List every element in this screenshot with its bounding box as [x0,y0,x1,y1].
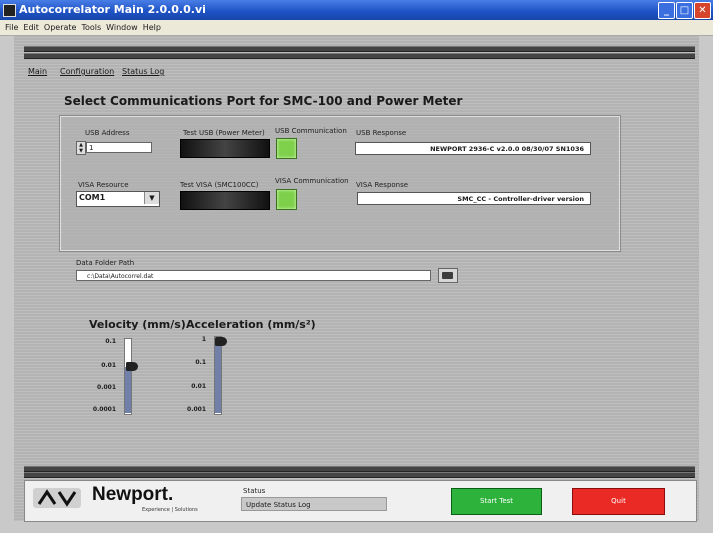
chevron-down-icon[interactable]: ▼ [144,192,159,204]
top-divider-2 [24,53,695,59]
velocity-tick: 0.001 [97,384,116,391]
usb-address-stepper[interactable]: ▲ ▼ [76,141,86,155]
menu-bar: File Edit Operate Tools Window Help [0,20,713,36]
velocity-slider-fill [125,367,131,413]
usb-address-label: USB Address [85,129,130,137]
status-field: Update Status Log [241,497,387,511]
test-usb-label: Test USB (Power Meter) [183,129,265,137]
close-icon: ✕ [698,5,707,16]
window-title: Autocorrelator Main 2.0.0.0.vi [19,3,206,16]
browse-button[interactable] [438,268,458,283]
usb-response-label: USB Response [356,129,407,137]
visa-resource-select[interactable]: COM1 ▼ [76,191,160,207]
test-usb-button[interactable] [180,139,270,158]
acceleration-tick: 0.001 [187,406,206,413]
data-folder-label: Data Folder Path [76,259,135,267]
velocity-tick: 0.0001 [92,406,116,413]
velocity-title: Velocity (mm/s) [89,318,186,331]
tab-configuration[interactable]: Configuration [60,67,114,76]
visa-resource-label: VISA Resource [78,181,129,189]
tab-main[interactable]: Main [28,67,47,76]
logo-mark [37,489,77,507]
velocity-slider-handle[interactable] [126,362,138,371]
acceleration-slider-fill [215,342,221,413]
usb-communication-label: USB Communication [275,127,347,135]
visa-response-label: VISA Response [356,181,409,189]
menu-operate[interactable]: Operate [44,20,77,35]
visa-response-field: SMC_CC - Controller-driver version [357,192,591,205]
acceleration-title: Acceleration (mm/s²) [186,318,316,331]
usb-response-field: NEWPORT 2936-C v2.0.0 08/30/07 SN1036 [355,142,591,155]
tab-status-log[interactable]: Status Log [122,67,164,76]
maximize-button[interactable]: □ [676,2,693,19]
menu-file[interactable]: File [5,20,18,35]
visa-communication-led [276,189,297,210]
data-folder-path-field[interactable]: c:\Data\Autocorrel.dat [76,270,431,281]
status-label: Status [243,487,266,495]
section-title: Select Communications Port for SMC-100 a… [64,94,463,108]
close-button[interactable]: ✕ [694,2,711,19]
acceleration-slider-handle[interactable] [215,337,227,346]
acceleration-tick: 0.1 [195,359,206,366]
velocity-tick: 0.1 [105,338,116,345]
maximize-icon: □ [679,5,690,16]
visa-resource-value: COM1 [79,193,106,202]
menu-window[interactable]: Window [106,20,138,35]
menu-help[interactable]: Help [143,20,161,35]
bottom-divider-2 [24,472,695,478]
folder-icon [442,272,453,279]
usb-communication-led [276,138,297,159]
velocity-tick: 0.01 [101,362,116,369]
minimize-icon: _ [664,5,669,16]
visa-communication-label: VISA Communication [275,177,349,185]
newport-tagline: Experience | Solutions [142,507,198,513]
acceleration-tick: 0.01 [191,383,206,390]
test-visa-label: Test VISA (SMC100CC) [180,181,259,189]
menu-edit[interactable]: Edit [23,20,39,35]
test-visa-button[interactable] [180,191,270,210]
top-divider [24,46,695,52]
menu-tools[interactable]: Tools [81,20,101,35]
newport-logo-text: Newport. [92,484,174,505]
start-test-button[interactable]: Start Test [451,488,542,515]
title-bar: Autocorrelator Main 2.0.0.0.vi _ □ ✕ [0,0,713,20]
usb-address-field[interactable]: 1 [86,142,152,153]
quit-button[interactable]: Quit [572,488,665,515]
minimize-button[interactable]: _ [658,2,675,19]
acceleration-tick: 1 [201,336,206,343]
app-icon [3,4,16,17]
newport-logo-icon [33,488,81,508]
